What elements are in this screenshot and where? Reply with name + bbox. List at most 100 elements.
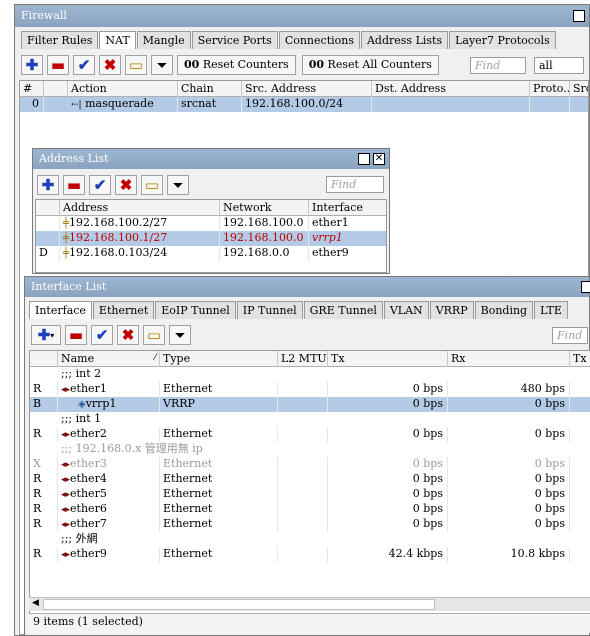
table-row[interactable]: R ◂▸ether9 Ethernet 42.4 kbps 10.8 kbps [30,547,590,562]
table-row[interactable]: R ◂▸ether4 Ethernet 0 bps 0 bps [30,472,590,487]
maximize-icon[interactable] [358,153,370,165]
col-network[interactable]: Network [220,200,309,216]
firewall-filter-select[interactable]: all [534,57,584,74]
add-button[interactable]: ✚ ▾ [31,325,61,345]
interface-find-input[interactable]: Find [552,327,588,344]
firewall-tab-layer7-protocols[interactable]: Layer7 Protocols [449,31,556,49]
maximize-icon[interactable] [581,281,590,293]
firewall-tab-mangle[interactable]: Mangle [136,31,191,49]
col-src[interactable]: Src [570,81,588,97]
table-row[interactable]: B ◈vrrp1 VRRP 0 bps 0 bps [30,397,590,412]
reset-counters-button[interactable]: 00 Reset Counters [177,55,296,75]
nat-table-header: # Action Chain Src. Address Dst. Address… [20,81,588,97]
interface-name: ◂▸ether2 [58,427,160,442]
table-row[interactable]: R ◂▸ether7 Ethernet 0 bps 0 bps [30,517,590,532]
firewall-tab-filter-rules[interactable]: Filter Rules [21,31,99,49]
disable-button[interactable]: ✖ [99,55,121,75]
interface-name: ◂▸ether4 [58,472,160,487]
enable-button[interactable]: ✔ [89,175,111,195]
interface-type: Ethernet [160,502,278,517]
comment-row: ;;; 192.168.0.x 管理用無 ip [30,442,590,457]
list-item[interactable]: ╪192.168.100.2/27 192.168.100.0 ether1 [36,216,386,231]
col-tx-packets[interactable]: Tx P [570,351,590,367]
interface-l2mtu [278,427,328,442]
disable-button[interactable]: ✖ [117,325,139,345]
add-button[interactable]: ✚ [21,55,43,75]
interface-tab-interface[interactable]: Interface [29,301,92,319]
interface-type: Ethernet [160,472,278,487]
table-row[interactable]: R ◂▸ether1 Ethernet 0 bps 480 bps [30,382,590,397]
interface-type: Ethernet [160,487,278,502]
interface-list-title-bar[interactable]: Interface List [25,277,590,297]
address-list-title-bar[interactable]: Address List ✕ [33,149,389,169]
col-type[interactable]: Type [160,351,278,367]
interface-tab-ethernet[interactable]: Ethernet [92,301,155,319]
interface-name: ◂▸ether9 [58,547,160,562]
col-interface[interactable]: Interface [309,200,386,216]
address-list-toolbar: ✚ ▬ ✔ ✖ ▭ ⏷ [37,175,193,195]
rule-action: ⇠| masquerade [68,97,178,112]
list-item[interactable]: D ╪192.168.0.103/24 192.168.0.0 ether9 [36,246,386,261]
reset-all-counters-button[interactable]: 00 Reset All Counters [301,55,439,75]
filter-button[interactable]: ⏷ [169,325,191,345]
interface-tab-vlan[interactable]: VLAN [383,301,429,319]
table-row[interactable]: R ◂▸ether6 Ethernet 0 bps 0 bps [30,502,590,517]
status-bar: 9 items (1 selected) [29,613,590,633]
interface-tab-gre-tunnel[interactable]: GRE Tunnel [303,301,383,319]
interface-tab-vrrp[interactable]: VRRP [429,301,474,319]
col-proto[interactable]: Proto... [530,81,570,97]
firewall-title-bar[interactable]: Firewall [15,5,589,27]
interface-name: ◈vrrp1 [58,397,160,412]
interface-tab-lte[interactable]: LTE [534,301,568,319]
interface-tab-ip-tunnel[interactable]: IP Tunnel [236,301,303,319]
firewall-tab-service-ports[interactable]: Service Ports [191,31,278,49]
firewall-tab-connections[interactable]: Connections [278,31,360,49]
interface-flag: R [30,382,58,397]
enable-button[interactable]: ✔ [73,55,95,75]
remove-button[interactable]: ▬ [63,175,85,195]
interface-tx: 0 bps [328,382,448,397]
close-icon[interactable]: ✕ [373,153,385,165]
firewall-find-input[interactable]: Find [470,57,526,74]
scrollbar-thumb[interactable] [43,599,435,610]
interface-tab-eoip-tunnel[interactable]: EoIP Tunnel [155,301,236,319]
col-l2mtu[interactable]: L2 MTU [278,351,328,367]
address-list-find-input[interactable]: Find [326,176,384,193]
add-button[interactable]: ✚ [37,175,59,195]
comment-button[interactable]: ▭ [141,175,163,195]
table-row[interactable]: 0 ⇠| masquerade srcnat 192.168.100.0/24 [20,97,588,112]
col-action[interactable]: Action [68,81,178,97]
col-address[interactable]: Address [60,200,220,216]
table-row[interactable]: R ◂▸ether5 Ethernet 0 bps 0 bps [30,487,590,502]
table-row[interactable]: X ◂▸ether3 Ethernet 0 bps 0 bps [30,457,590,472]
col-dst-address[interactable]: Dst. Address [372,81,530,97]
col-rx[interactable]: Rx [448,351,570,367]
horizontal-scrollbar[interactable]: ◀ [29,597,590,611]
remove-button[interactable]: ▬ [65,325,87,345]
filter-button[interactable]: ⏷ [167,175,189,195]
col-num[interactable]: # [20,81,44,97]
firewall-tab-address-lists[interactable]: Address Lists [360,31,449,49]
interface-rx: 0 bps [448,502,570,517]
rule-number: 0 [20,97,44,112]
list-item[interactable]: ╪192.168.100.1/27 192.168.100.0 vrrp1 [36,231,386,246]
maximize-icon[interactable] [573,10,585,22]
remove-button[interactable]: ▬ [47,55,69,75]
col-src-address[interactable]: Src. Address [242,81,372,97]
col-chain[interactable]: Chain [178,81,242,97]
col-name[interactable]: Name ⁄ [58,351,160,367]
interface-rx: 0 bps [448,487,570,502]
address-value: ╪192.168.100.2/27 [60,216,220,231]
scroll-left-icon[interactable]: ◀ [32,598,39,608]
interface-flag: R [30,547,58,562]
firewall-tab-nat[interactable]: NAT [99,31,136,49]
enable-button[interactable]: ✔ [91,325,113,345]
table-row[interactable]: R ◂▸ether2 Ethernet 0 bps 0 bps [30,427,590,442]
comment-button[interactable]: ▭ [143,325,165,345]
col-tx[interactable]: Tx [328,351,448,367]
comment-button[interactable]: ▭ [125,55,147,75]
filter-button[interactable]: ⏷ [151,55,173,75]
vrrp-icon: ◈ [78,399,86,410]
disable-button[interactable]: ✖ [115,175,137,195]
interface-tab-bonding[interactable]: Bonding [474,301,534,319]
